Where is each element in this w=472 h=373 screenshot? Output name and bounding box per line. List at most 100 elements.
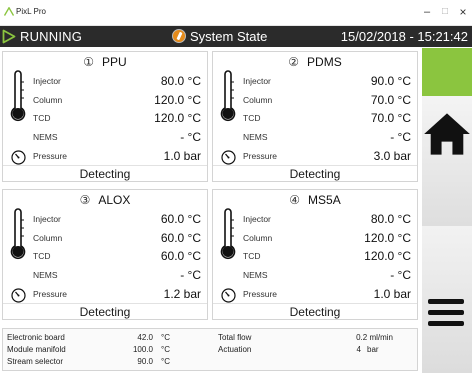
- row-value: 120.0 °C: [154, 111, 201, 125]
- row-label: Injector: [33, 214, 61, 224]
- tcd-row: TCD 120.0 °C: [3, 110, 207, 126]
- row-label: NEMS: [33, 270, 58, 280]
- column-row: Column 120.0 °C: [3, 92, 207, 108]
- nems-row: NEMS - °C: [3, 267, 207, 283]
- electronic-board-value: 42.0: [137, 333, 153, 342]
- row-label: Pressure: [33, 289, 68, 299]
- right-sidebar: [422, 48, 472, 373]
- injector-row: Injector 60.0 °C: [3, 211, 207, 227]
- module-manifold-unit: °C: [161, 345, 170, 354]
- system-state-label[interactable]: System State: [190, 29, 267, 44]
- module-panel-4[interactable]: ④ MS5A Injector 80.0 °C Column 120.0 °C TCD…: [212, 189, 418, 320]
- home-icon: [424, 113, 470, 155]
- row-label: TCD: [33, 251, 51, 261]
- stream-selector-value: 90.0: [137, 357, 153, 366]
- system-state-icon[interactable]: [172, 29, 186, 43]
- electronic-board-unit: °C: [161, 333, 170, 342]
- minimize-button[interactable]: –: [418, 5, 436, 19]
- row-label: Pressure: [243, 151, 278, 161]
- run-state-label: RUNNING: [20, 29, 83, 44]
- window-titlebar: PixL Pro – □ ×: [0, 0, 472, 26]
- panel-status: Detecting: [213, 303, 417, 321]
- injector-row: Injector 80.0 °C: [3, 73, 207, 89]
- hamburger-menu-icon: [428, 299, 464, 326]
- column-row: Column 60.0 °C: [3, 230, 207, 246]
- menu-button[interactable]: [422, 226, 472, 373]
- row-value: 120.0 °C: [364, 249, 411, 263]
- total-flow-value: 0.2 ml/min: [356, 333, 393, 342]
- row-label: Column: [243, 95, 273, 105]
- injector-row: Injector 90.0 °C: [213, 73, 417, 89]
- tcd-row: TCD 70.0 °C: [213, 110, 417, 126]
- module-manifold-label: Module manifold: [7, 345, 66, 354]
- module-panel-2[interactable]: ② PDMS Injector 90.0 °C Column 70.0 °C TCD 7…: [212, 51, 418, 182]
- tcd-row: TCD 60.0 °C: [3, 248, 207, 264]
- row-label: TCD: [243, 113, 261, 123]
- row-label: Column: [243, 233, 273, 243]
- electronic-board-label: Electronic board: [7, 333, 65, 342]
- module-panel-3[interactable]: ③ ALOX Injector 60.0 °C Column 60.0 °C TCD 6…: [2, 189, 208, 320]
- row-value: 90.0 °C: [370, 74, 411, 88]
- row-value: 1.0 bar: [373, 287, 411, 301]
- row-label: Injector: [243, 76, 271, 86]
- panel-title: ② PDMS: [213, 55, 417, 69]
- module-panel-1[interactable]: ① PPU Injector 80.0 °C Column 120.0 °C TCD 1…: [2, 51, 208, 182]
- window-title: PixL Pro: [16, 7, 46, 16]
- row-label: NEMS: [243, 270, 268, 280]
- status-header: RUNNING System State 15/02/2018 - 15:21:…: [0, 26, 472, 47]
- maximize-button[interactable]: □: [436, 5, 454, 19]
- row-value: 70.0 °C: [370, 93, 411, 107]
- module-manifold-value: 100.0: [132, 345, 153, 354]
- app-logo-icon: [4, 7, 14, 16]
- home-button[interactable]: [422, 96, 472, 226]
- panel-title: ① PPU: [3, 55, 207, 69]
- nems-row: NEMS - °C: [213, 267, 417, 283]
- stream-selector-label: Stream selector: [7, 357, 64, 366]
- row-value: - °C: [180, 268, 201, 282]
- row-value: 80.0 °C: [160, 74, 201, 88]
- panel-name: PDMS: [307, 55, 342, 69]
- play-icon: [2, 29, 16, 44]
- stream-selector-unit: °C: [161, 357, 170, 366]
- panel-number: ④: [289, 193, 301, 207]
- row-value: - °C: [180, 130, 201, 144]
- row-value: 120.0 °C: [364, 231, 411, 245]
- panel-name: PPU: [102, 55, 127, 69]
- row-label: TCD: [33, 113, 51, 123]
- pressure-row: Pressure 3.0 bar: [213, 148, 417, 164]
- pressure-row: Pressure 1.0 bar: [213, 286, 417, 302]
- actuation-value: 4: [356, 345, 361, 354]
- row-value: 60.0 °C: [160, 249, 201, 263]
- row-value: 120.0 °C: [154, 93, 201, 107]
- row-label: Injector: [243, 214, 271, 224]
- row-value: 60.0 °C: [160, 231, 201, 245]
- row-label: TCD: [243, 251, 261, 261]
- panel-number: ①: [83, 55, 95, 69]
- close-button[interactable]: ×: [454, 5, 472, 19]
- row-value: 1.2 bar: [163, 287, 201, 301]
- row-value: 60.0 °C: [160, 212, 201, 226]
- panel-status: Detecting: [3, 303, 207, 321]
- row-value: 70.0 °C: [370, 111, 411, 125]
- row-label: Column: [33, 233, 63, 243]
- nems-row: NEMS - °C: [213, 129, 417, 145]
- row-value: 80.0 °C: [370, 212, 411, 226]
- nems-row: NEMS - °C: [3, 129, 207, 145]
- actuation-label: Actuation: [218, 345, 252, 354]
- tcd-row: TCD 120.0 °C: [213, 248, 417, 264]
- row-label: Column: [33, 95, 63, 105]
- pressure-row: Pressure 1.0 bar: [3, 148, 207, 164]
- pressure-row: Pressure 1.2 bar: [3, 286, 207, 302]
- row-value: 1.0 bar: [163, 149, 201, 163]
- panel-name: MS5A: [308, 193, 341, 207]
- row-value: 3.0 bar: [373, 149, 411, 163]
- panel-number: ③: [79, 193, 91, 207]
- panel-status: Detecting: [213, 165, 417, 183]
- row-label: NEMS: [243, 132, 268, 142]
- panel-number: ②: [288, 55, 300, 69]
- actuation-unit: bar: [367, 345, 379, 354]
- panel-title: ④ MS5A: [213, 193, 417, 207]
- row-label: Pressure: [33, 151, 68, 161]
- row-value: - °C: [390, 268, 411, 282]
- datetime-label: 15/02/2018 - 15:21:42: [340, 29, 468, 44]
